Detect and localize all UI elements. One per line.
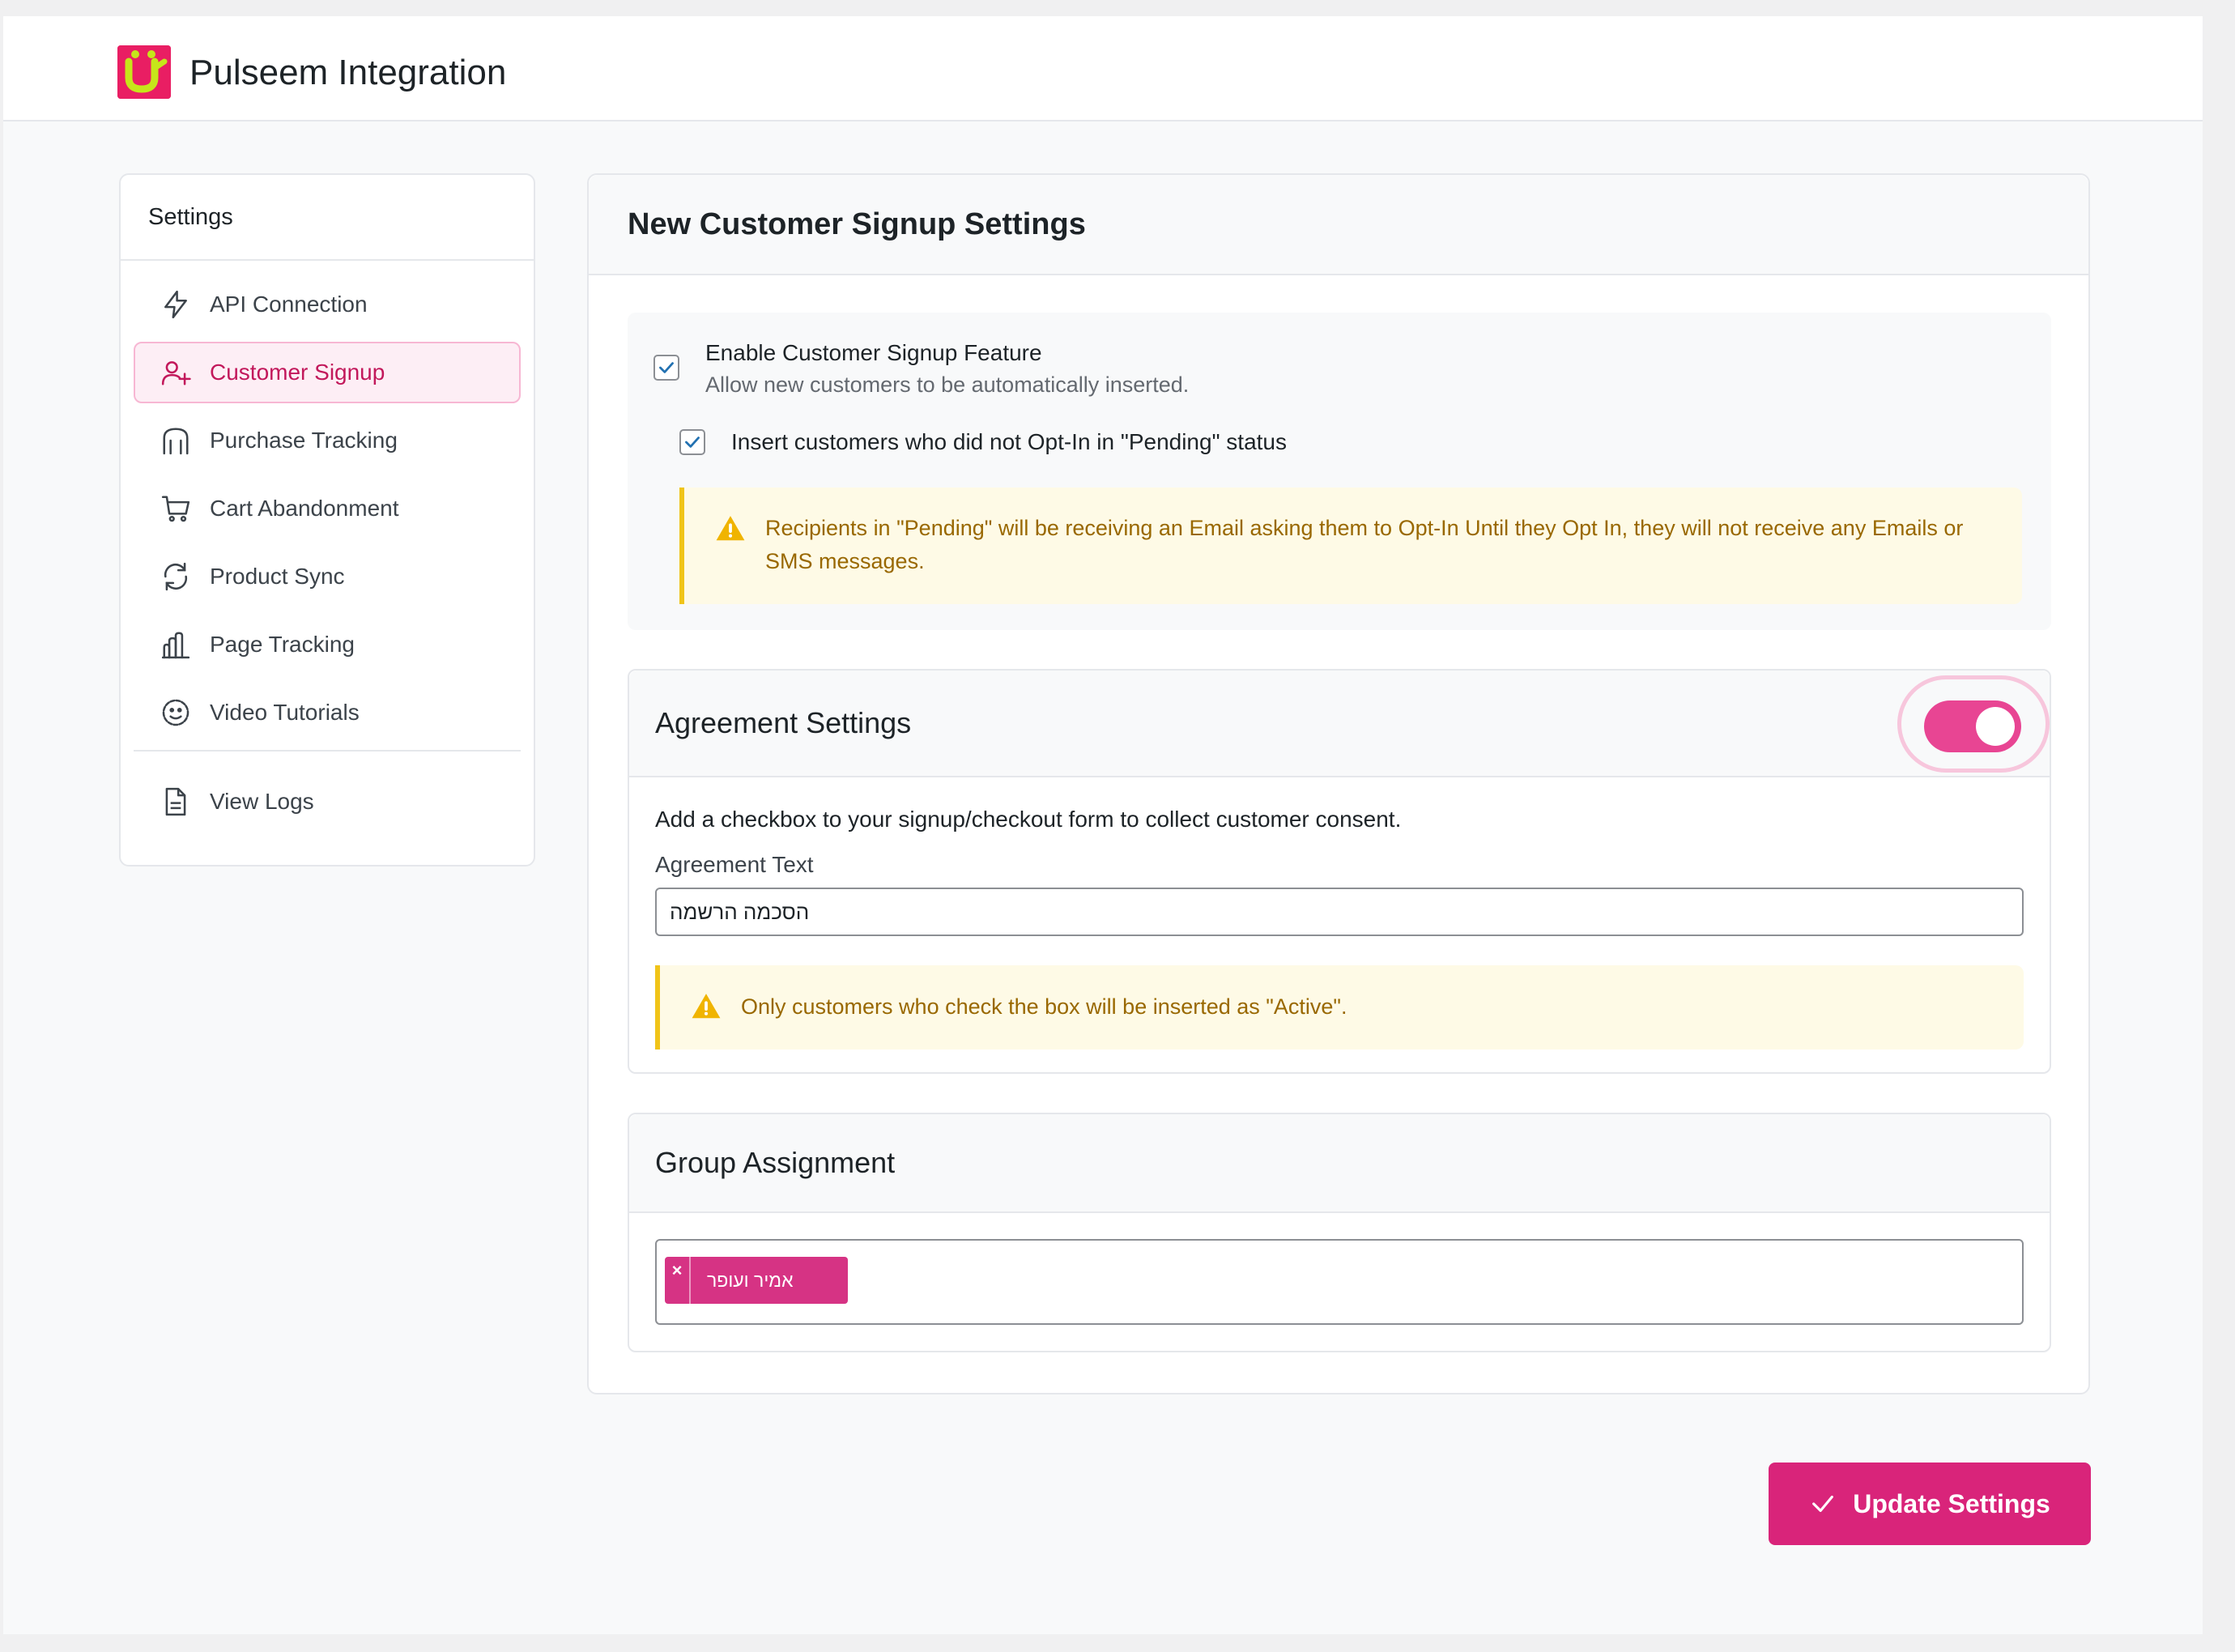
group-tag: × אמיר ועופר (665, 1257, 848, 1304)
sidebar-item-label: Product Sync (210, 564, 345, 589)
sidebar-item-label: Customer Signup (210, 360, 385, 385)
agreement-text-label: Agreement Text (655, 852, 814, 877)
pulseem-logo-icon (117, 45, 171, 99)
shopping-bag-icon (160, 424, 192, 457)
agreement-settings-header: Agreement Settings (629, 671, 2050, 777)
document-icon (160, 786, 192, 818)
sidebar-item-api-connection[interactable]: API Connection (134, 274, 521, 335)
group-tag-label: אמיר ועופר (707, 1269, 794, 1291)
pending-warning-text: Recipients in "Pending" will be receivin… (765, 516, 1964, 573)
toggle-knob (1976, 707, 2015, 746)
agreement-active-notice: Only customers who check the box will be… (655, 965, 2024, 1050)
top-bar: Pulseem Integration (3, 16, 2203, 121)
sidebar-item-label: Page Tracking (210, 632, 355, 657)
agreement-toggle[interactable] (1924, 700, 2021, 752)
group-assignment-title: Group Assignment (655, 1146, 896, 1179)
check-icon (659, 362, 674, 373)
sidebar-divider (134, 750, 521, 751)
agreement-description: Add a checkbox to your signup/checkout f… (655, 807, 1402, 832)
agreement-notice-text: Only customers who check the box will be… (741, 994, 1347, 1019)
signup-settings-panel: New Customer Signup Settings Enable Cust… (587, 173, 2090, 1394)
app-title: Pulseem Integration (189, 53, 507, 92)
group-assignment-header: Group Assignment (629, 1114, 2050, 1213)
enable-signup-label: Enable Customer Signup Feature (705, 340, 1042, 365)
sidebar-nav: API Connection Customer Signup Purchase … (121, 261, 534, 832)
sidebar-item-page-tracking[interactable]: Page Tracking (134, 614, 521, 675)
sidebar-item-purchase-tracking[interactable]: Purchase Tracking (134, 410, 521, 471)
sidebar-item-label: Purchase Tracking (210, 428, 398, 453)
agreement-toggle-focus-ring (1897, 675, 2050, 773)
enable-signup-description: Allow new customers to be automatically … (705, 373, 1190, 397)
pending-status-label: Insert customers who did not Opt-In in "… (731, 429, 1287, 454)
warning-icon (691, 991, 722, 1022)
agreement-text-input[interactable] (655, 888, 2024, 936)
pending-status-checkbox[interactable] (679, 429, 705, 455)
warning-icon (715, 513, 746, 544)
sidebar-item-video-tutorials[interactable]: Video Tutorials (134, 682, 521, 743)
enable-signup-checkbox[interactable] (653, 355, 679, 381)
sync-icon (160, 560, 192, 593)
sidebar-item-label: API Connection (210, 292, 368, 317)
sidebar-item-label: Cart Abandonment (210, 496, 399, 521)
app-frame: Pulseem Integration Settings API Connect… (3, 16, 2203, 1634)
update-settings-button[interactable]: Update Settings (1769, 1463, 2091, 1545)
smile-icon (160, 696, 192, 729)
group-assignment-card: Group Assignment × אמיר ועופר (628, 1113, 2051, 1352)
pending-warning-notice: Recipients in "Pending" will be receivin… (679, 488, 2022, 604)
group-select-input[interactable]: × אמיר ועופר (655, 1239, 2024, 1325)
settings-sidebar: Settings API Connection Customer Signup … (119, 173, 535, 866)
agreement-settings-card: Agreement Settings Add a checkbox to you… (628, 669, 2051, 1074)
cart-icon (160, 492, 192, 525)
page-title: New Customer Signup Settings (589, 175, 2088, 275)
user-plus-icon (160, 356, 192, 389)
sidebar-item-product-sync[interactable]: Product Sync (134, 546, 521, 607)
sidebar-item-customer-signup[interactable]: Customer Signup (134, 342, 521, 403)
check-icon (1812, 1495, 1834, 1513)
chart-icon (160, 628, 192, 661)
sidebar-item-view-logs[interactable]: View Logs (134, 771, 521, 832)
check-icon (685, 436, 700, 448)
lightning-icon (160, 288, 192, 321)
sidebar-title: Settings (121, 175, 534, 261)
signup-feature-card: Enable Customer Signup Feature Allow new… (628, 313, 2051, 630)
agreement-settings-title: Agreement Settings (655, 706, 912, 739)
sidebar-item-cart-abandonment[interactable]: Cart Abandonment (134, 478, 521, 539)
tag-remove-button[interactable]: × (665, 1257, 691, 1304)
update-settings-label: Update Settings (1853, 1488, 2050, 1518)
sidebar-item-label: Video Tutorials (210, 700, 360, 725)
sidebar-item-label: View Logs (210, 789, 314, 814)
